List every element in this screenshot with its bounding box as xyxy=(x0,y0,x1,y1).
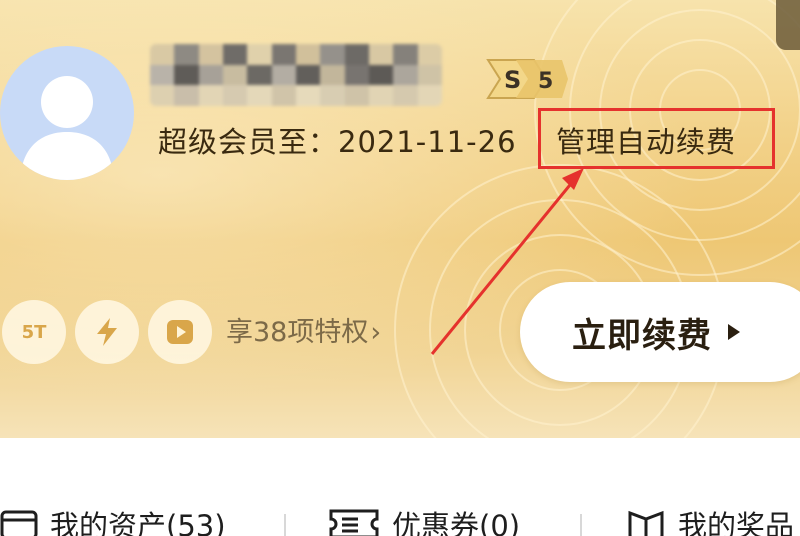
video-play-icon xyxy=(167,320,193,344)
user-silhouette-icon xyxy=(20,76,114,180)
vip-card: S 5 超级会员至：2021-11-26 管理自动续费 5T 享38项特权› 立… xyxy=(0,0,800,438)
my-assets-entry[interactable]: 我的资产(53) xyxy=(0,504,226,536)
assets-bar: 我的资产(53) 优惠券(0) 我的奖品 xyxy=(0,438,800,536)
perks-summary-label: 享38项特权 xyxy=(226,317,369,348)
coupons-entry[interactable]: 优惠券(0) xyxy=(328,504,520,536)
manage-auto-renew-link[interactable]: 管理自动续费 xyxy=(556,120,736,164)
perks-summary-link[interactable]: 享38项特权› xyxy=(226,312,381,354)
renew-now-button[interactable]: 立即续费 xyxy=(520,282,800,382)
coupon-icon xyxy=(329,509,379,536)
divider xyxy=(284,514,286,536)
perk-bolt-icon[interactable] xyxy=(75,300,139,364)
lightning-icon xyxy=(97,318,117,346)
vip-level-badge: S 5 xyxy=(486,59,568,99)
my-assets-label: 我的资产(53) xyxy=(50,509,226,536)
username-blurred xyxy=(150,44,442,106)
wallet-icon xyxy=(0,510,38,536)
my-prizes-entry[interactable]: 我的奖品 xyxy=(626,504,794,536)
chevron-right-icon: › xyxy=(370,317,382,348)
svg-text:5: 5 xyxy=(538,69,553,94)
my-prizes-label: 我的奖品 xyxy=(678,509,795,536)
avatar[interactable] xyxy=(0,46,134,180)
top-edge-ornament xyxy=(776,0,800,50)
renew-now-label: 立即续费 xyxy=(572,315,712,356)
prize-book-icon xyxy=(628,510,664,536)
perk-5t-label: 5T xyxy=(21,321,47,343)
divider xyxy=(580,514,582,536)
coupons-label: 优惠券(0) xyxy=(392,509,521,536)
perk-5t-icon[interactable]: 5T xyxy=(2,300,66,364)
svg-text:S: S xyxy=(504,66,521,94)
vip-expiry-text: 超级会员至：2021-11-26 xyxy=(158,125,517,159)
play-arrow-icon xyxy=(728,324,740,340)
perk-play-icon[interactable] xyxy=(148,300,212,364)
